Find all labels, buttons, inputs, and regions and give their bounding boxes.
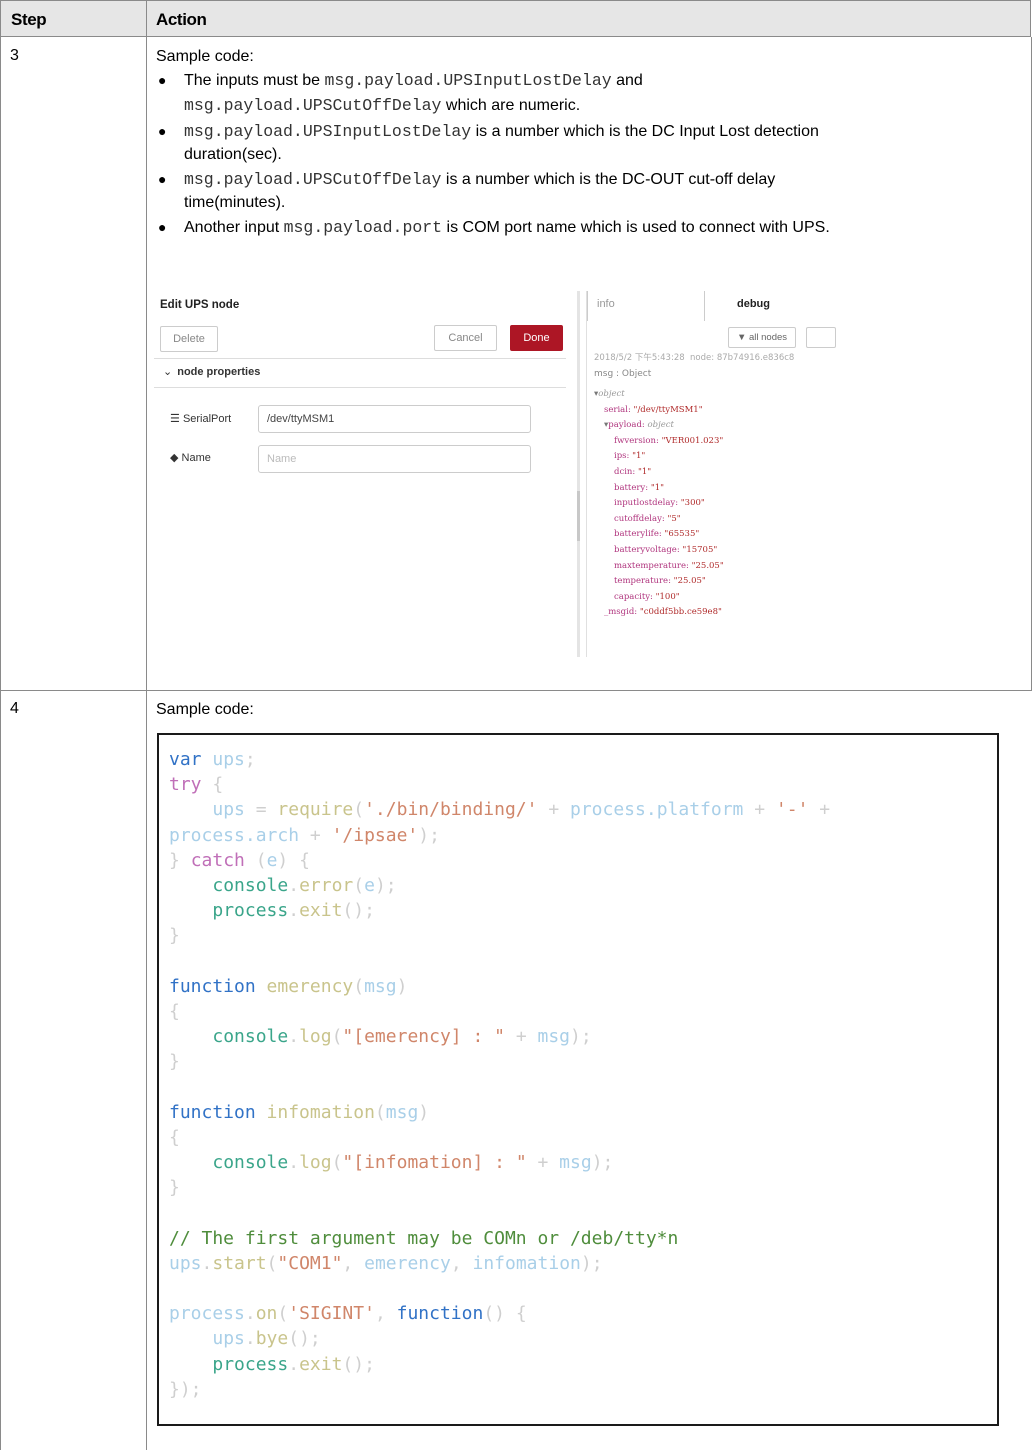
debug-tree-row: dcin: "1"	[614, 467, 652, 477]
tag-icon: ◆	[170, 452, 179, 464]
code-line: // The first argument may be COMn or /de…	[169, 1227, 679, 1249]
code-line: var ups;	[169, 749, 256, 770]
code-line: }	[169, 925, 180, 947]
bullet-dot: ●	[158, 219, 167, 235]
editor-scrollbar-thumb[interactable]	[577, 491, 580, 541]
code-line: function infomation(msg)	[169, 1101, 430, 1123]
filter-nodes-button[interactable]: ▼ all nodes	[728, 327, 796, 348]
code-line: process.on('SIGINT', function() {	[169, 1303, 527, 1325]
debug-message-meta: 2018/5/2 下午5:43:28 node: 87b74916.e836c8	[594, 353, 795, 363]
code-line: process.arch + '/ipsae');	[169, 824, 440, 846]
bullet-4-line-1: Another input msg.payload.port is COM po…	[184, 218, 830, 237]
header-action: Action	[156, 10, 207, 29]
panel-divider	[586, 291, 587, 657]
editor-scrollbar[interactable]	[577, 291, 580, 657]
debug-tree-row: _msgid: "c0ddf5bb.ce59e8"	[604, 607, 722, 618]
cancel-button[interactable]: Cancel	[434, 325, 497, 351]
filter-icon: ▼	[736, 332, 747, 343]
row4-intro: Sample code:	[156, 701, 254, 718]
bullet-dot: ●	[158, 123, 167, 139]
code-line: }	[169, 1177, 180, 1199]
code-line: process.exit();	[212, 1353, 375, 1375]
code-line: function emerency(msg)	[169, 975, 408, 997]
step-number-3: 3	[10, 47, 19, 64]
code-line: });	[169, 1378, 202, 1400]
debug-tree-row: batteryvoltage: "15705"	[614, 545, 718, 555]
code-line: {	[169, 1000, 180, 1022]
code-line: process.exit();	[212, 900, 375, 922]
clear-button[interactable]	[806, 327, 836, 348]
edit-node-title: Edit UPS node	[160, 299, 240, 311]
list-icon: ☰	[170, 413, 180, 425]
debug-tree-row: capacity: "100"	[614, 591, 680, 602]
debug-tree-row: cutoffdelay: "5"	[614, 513, 681, 524]
bullet-3-line-1: msg.payload.UPSCutOffDelay is a number w…	[184, 170, 776, 189]
debug-message-type: msg : Object	[594, 369, 652, 379]
debug-tree-row: inputlostdelay: "300"	[614, 498, 705, 509]
tab-divider	[704, 291, 705, 321]
bullet-2-line-1: msg.payload.UPSInputLostDelay is a numbe…	[184, 122, 819, 141]
delete-button[interactable]: Delete	[160, 326, 218, 352]
debug-tree-row: serial: "/dev/ttyMSM1"	[604, 404, 703, 415]
tab-info[interactable]: info	[597, 298, 615, 328]
bullet-dot: ●	[158, 72, 167, 88]
tab-divider	[587, 291, 588, 321]
tab-debug[interactable]: debug	[737, 298, 770, 328]
debug-tree-row: temperature: "25.05"	[614, 576, 706, 587]
column-divider	[146, 37, 147, 1450]
node-red-screenshot: Edit UPS node Delete Cancel Done ⌄ node p…	[154, 291, 838, 657]
code-line: }	[169, 1051, 180, 1073]
code-line: console.error(e);	[212, 874, 397, 896]
header-step: Step	[11, 10, 47, 29]
serialport-label: ☰ SerialPort	[170, 413, 232, 425]
done-button[interactable]: Done	[510, 325, 563, 351]
bullet-1-line-2: msg.payload.UPSCutOffDelay which are num…	[184, 96, 581, 115]
debug-tree-row: maxtemperature: "25.05"	[614, 560, 724, 571]
bullet-dot: ●	[158, 171, 167, 187]
debug-tree-row[interactable]: ▾payload: object	[604, 418, 674, 432]
code-line: ups.start("COM1", emerency, infomation);	[169, 1252, 603, 1274]
name-label: ◆ Name	[170, 452, 211, 464]
debug-tree-row: battery: "1"	[614, 482, 665, 493]
table-left-border	[0, 37, 1, 1450]
step-number-4: 4	[10, 700, 19, 717]
table-header: Step Action	[0, 0, 1031, 37]
code-line: console.log("[emerency] : " + msg);	[212, 1026, 592, 1048]
code-line: ups.bye();	[212, 1328, 321, 1350]
divider	[154, 387, 566, 388]
divider	[154, 358, 566, 359]
node-properties-section[interactable]: ⌄ node properties	[163, 365, 260, 378]
code-line: ups = require('./bin/binding/' + process…	[212, 799, 831, 821]
table-right-border	[1031, 37, 1032, 690]
debug-tree-row[interactable]: ▾object	[594, 387, 625, 401]
bullet-3-line-2: time(minutes).	[184, 194, 286, 211]
code-line: console.log("[infomation] : " + msg);	[212, 1152, 614, 1173]
row3-intro: Sample code:	[156, 48, 254, 65]
debug-tree-row: fwversion: "VER001.023"	[614, 435, 724, 446]
code-listing: var ups; try { ups = require('./bin/bindi…	[169, 747, 830, 1402]
row-divider	[0, 690, 1032, 691]
code-line: } catch (e) {	[169, 849, 310, 871]
code-line: try {	[169, 774, 224, 796]
serialport-input[interactable]: /dev/ttyMSM1	[258, 405, 531, 433]
name-input[interactable]: Name	[258, 445, 531, 473]
debug-tree-row: batterylife: "65535"	[614, 529, 700, 540]
bullet-1-line-1: The inputs must be msg.payload.UPSInputL…	[184, 71, 643, 90]
debug-tree-row: ips: "1"	[614, 451, 646, 462]
chevron-down-icon: ⌄	[163, 366, 173, 378]
bullet-2-line-2: duration(sec).	[184, 146, 282, 163]
code-line: {	[169, 1126, 180, 1148]
code-block: var ups; try { ups = require('./bin/bindi…	[157, 733, 999, 1426]
header-divider	[146, 0, 147, 37]
